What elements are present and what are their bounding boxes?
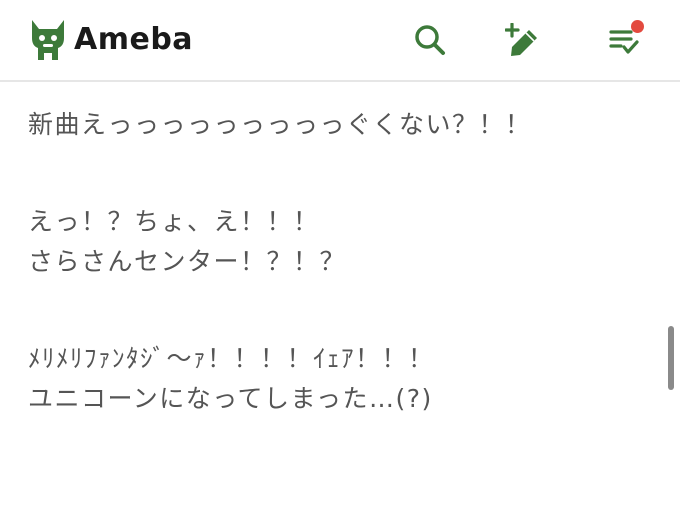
search-icon — [415, 25, 445, 55]
app-header: Ameba — [0, 0, 680, 82]
article-text-line: ユニコーンになってしまった…(?) — [28, 384, 433, 413]
ameba-logo[interactable]: Ameba — [28, 16, 193, 62]
brand-name: Ameba — [74, 21, 194, 57]
article-body: 新曲えっっっっっっっっっぐくない？！！ えっ！？ちょ、え！！！ さらさんセンター… — [28, 105, 648, 419]
article-text-line: 新曲えっっっっっっっっっぐくない？！！ — [28, 110, 532, 139]
search-button[interactable] — [410, 20, 450, 60]
notifications-button[interactable] — [604, 20, 644, 60]
ameba-mascot-icon — [32, 20, 64, 60]
article-text-line: ﾒﾘﾒﾘﾌｧﾝﾀｼﾞ～ｧ！！！！ｲｪｱ！！！ — [28, 344, 435, 373]
write-post-button[interactable] — [502, 20, 542, 60]
write-post-icon — [505, 23, 537, 56]
notification-badge-dot — [631, 20, 644, 33]
article-text-line: さらさんセンター！？！？ — [28, 247, 347, 276]
article-text-line: えっ！？ちょ、え！！！ — [28, 207, 320, 236]
vertical-scrollbar[interactable] — [668, 326, 674, 390]
